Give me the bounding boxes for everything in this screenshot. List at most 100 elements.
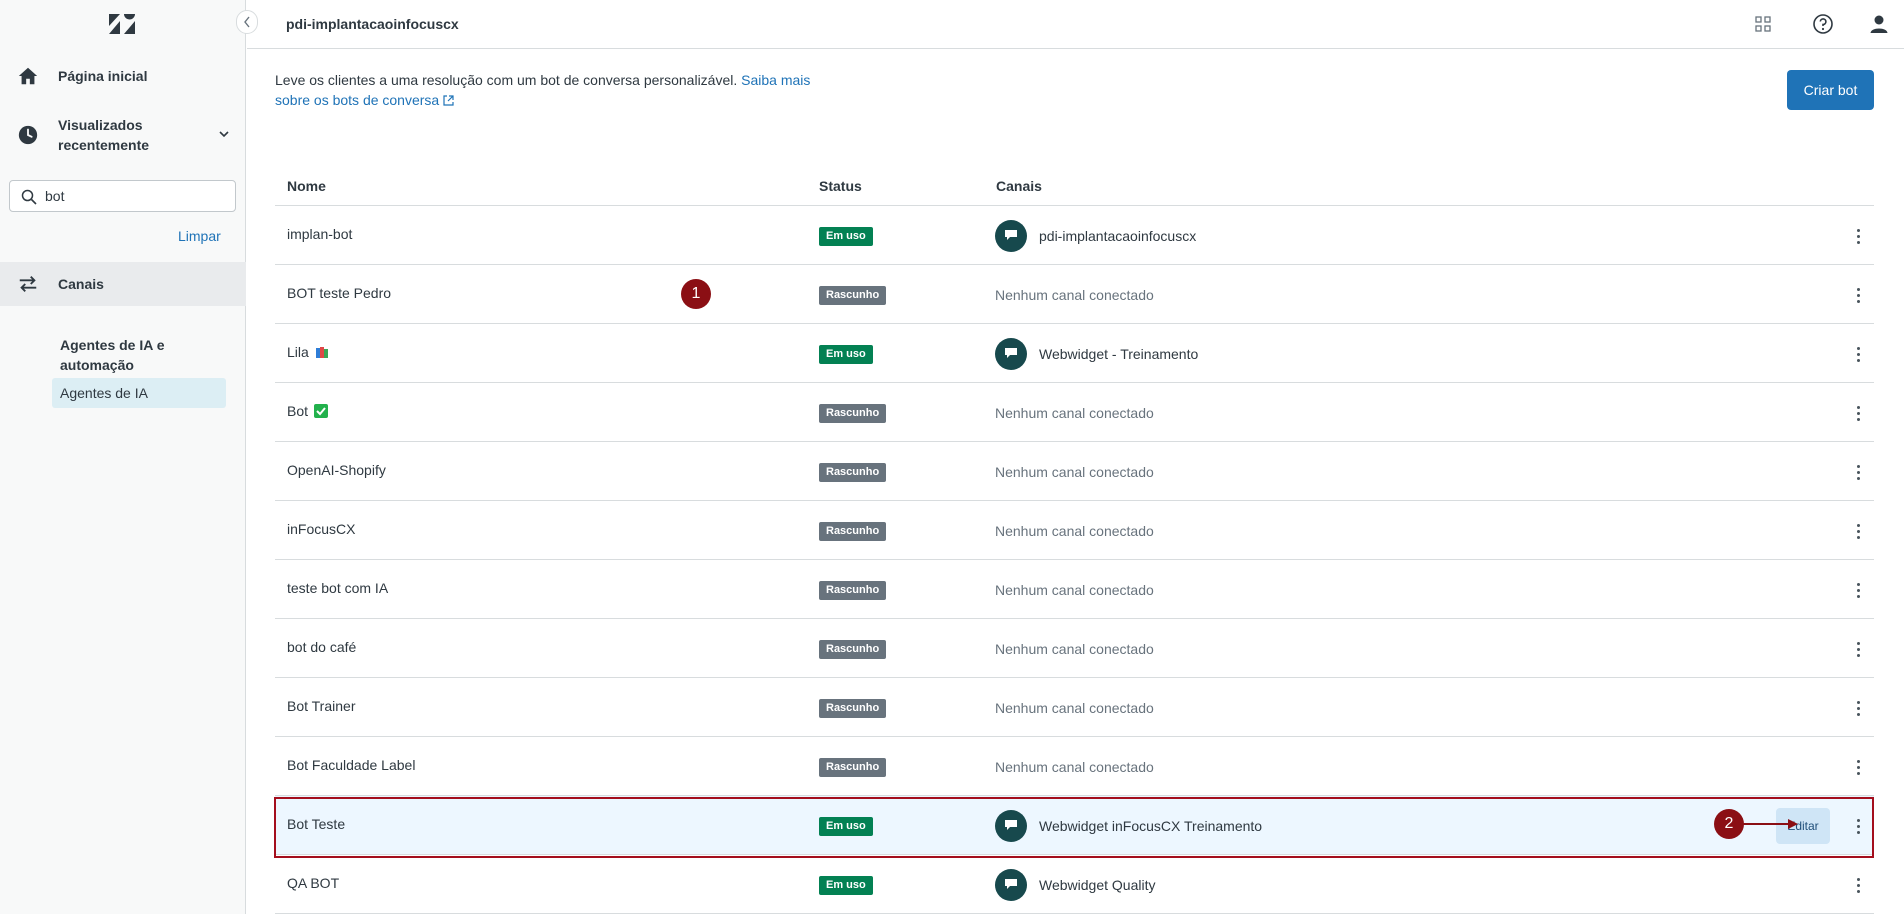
- more-options-icon[interactable]: [1848, 756, 1868, 778]
- more-options-icon[interactable]: [1848, 638, 1868, 660]
- table-row[interactable]: BOT teste Pedro Rascunho Nenhum canal cone…: [275, 265, 1874, 324]
- bot-name[interactable]: teste bot com IA: [287, 580, 388, 596]
- chat-channel-icon: [995, 338, 1027, 370]
- channel-name: Nenhum canal conectado: [995, 405, 1154, 421]
- nav-home[interactable]: Página inicial: [0, 62, 246, 90]
- table-row[interactable]: Lila Em uso Webwidget - Treinamento: [275, 324, 1874, 383]
- channel-name: Webwidget inFocusCX Treinamento: [1039, 818, 1263, 834]
- bot-name[interactable]: Lila: [287, 344, 329, 360]
- annotation-marker-2: 2: [1714, 809, 1744, 839]
- bot-name[interactable]: Bot Teste: [287, 816, 345, 832]
- nav-channels-label: Canais: [58, 276, 104, 292]
- help-icon[interactable]: [1812, 13, 1834, 35]
- channel-cell: Nenhum canal conectado: [995, 574, 1154, 606]
- channel-name: Nenhum canal conectado: [995, 523, 1154, 539]
- more-options-icon[interactable]: [1848, 815, 1868, 837]
- bot-name[interactable]: BOT teste Pedro: [287, 285, 391, 301]
- bot-name[interactable]: Bot Trainer: [287, 698, 355, 714]
- table-row[interactable]: Bot Rascunho Nenhum canal conectado: [275, 383, 1874, 442]
- chat-bubble-icon: [1005, 820, 1017, 830]
- channel-name: pdi-implantacaoinfocuscx: [1039, 228, 1197, 244]
- more-options-icon[interactable]: [1848, 461, 1868, 483]
- external-link-icon: [443, 95, 454, 106]
- search-input[interactable]: [45, 186, 225, 206]
- sidebar: Página inicial Visualizados recentemente …: [0, 0, 246, 914]
- channel-cell: Nenhum canal conectado: [995, 456, 1154, 488]
- bot-name[interactable]: implan-bot: [287, 226, 352, 242]
- more-options-icon[interactable]: [1848, 343, 1868, 365]
- nav-channels[interactable]: Canais: [0, 262, 246, 306]
- column-header-channels: Canais: [996, 178, 1042, 194]
- more-options-icon[interactable]: [1848, 402, 1868, 424]
- more-options-icon[interactable]: [1848, 225, 1868, 247]
- channel-name: Nenhum canal conectado: [995, 464, 1154, 480]
- bot-name[interactable]: bot do café: [287, 639, 356, 655]
- channel-cell: Webwidget - Treinamento: [995, 338, 1198, 370]
- table-row[interactable]: QA BOT Em uso Webwidget Quality: [275, 855, 1874, 914]
- chevron-left-icon: [244, 16, 250, 28]
- more-options-icon[interactable]: [1848, 284, 1868, 306]
- clear-search-link[interactable]: Limpar: [178, 228, 221, 244]
- channel-cell: Webwidget Quality: [995, 869, 1155, 901]
- status-badge: Rascunho: [819, 699, 887, 718]
- status-badge: Rascunho: [819, 404, 887, 423]
- bot-name[interactable]: QA BOT: [287, 875, 339, 891]
- chat-bubble-icon: [1005, 230, 1017, 240]
- channel-cell: Nenhum canal conectado: [995, 751, 1154, 783]
- top-bar: pdi-implantacaoinfocuscx: [247, 0, 1904, 49]
- more-options-icon[interactable]: [1848, 874, 1868, 896]
- nav-recently-viewed[interactable]: Visualizados recentemente: [0, 115, 246, 155]
- column-header-name: Nome: [287, 178, 326, 194]
- section-title: Agentes de IA e automação: [60, 337, 165, 373]
- collapse-sidebar-button[interactable]: [236, 10, 258, 34]
- channel-name: Nenhum canal conectado: [995, 700, 1154, 716]
- status-badge: Rascunho: [819, 758, 887, 777]
- apps-grid-icon[interactable]: [1752, 13, 1774, 35]
- channel-cell: Nenhum canal conectado: [995, 633, 1154, 665]
- table-row[interactable]: Bot Teste Em uso Webwidget inFocusCX Trein…: [275, 796, 1874, 855]
- status-badge: Em uso: [819, 817, 873, 836]
- annotation-marker-1: 1: [681, 279, 711, 309]
- chat-channel-icon: [995, 810, 1027, 842]
- bot-name[interactable]: inFocusCX: [287, 521, 355, 537]
- bots-table: Nome Status Canais implan-bot Em uso pdi-i…: [275, 166, 1874, 914]
- table-row[interactable]: inFocusCX Rascunho Nenhum canal conectado: [275, 501, 1874, 560]
- chat-bubble-icon: [1005, 348, 1017, 358]
- status-badge: Em uso: [819, 345, 873, 364]
- more-options-icon[interactable]: [1848, 697, 1868, 719]
- channel-cell: Nenhum canal conectado: [995, 397, 1154, 429]
- bot-name[interactable]: Bot: [287, 403, 329, 419]
- more-options-icon[interactable]: [1848, 520, 1868, 542]
- bot-name[interactable]: OpenAI-Shopify: [287, 462, 386, 478]
- books-emoji-icon: [315, 347, 328, 358]
- table-row[interactable]: Bot Faculdade Label Rascunho Nenhum canal …: [275, 737, 1874, 796]
- table-row[interactable]: teste bot com IA Rascunho Nenhum canal con…: [275, 560, 1874, 619]
- chat-channel-icon: [995, 220, 1027, 252]
- search-field[interactable]: [9, 180, 236, 212]
- bot-name[interactable]: Bot Faculdade Label: [287, 757, 415, 773]
- chat-bubble-icon: [1005, 879, 1017, 889]
- channel-cell: pdi-implantacaoinfocuscx: [995, 220, 1196, 252]
- table-row[interactable]: Bot Trainer Rascunho Nenhum canal conectad…: [275, 678, 1874, 737]
- zendesk-logo[interactable]: [106, 12, 138, 36]
- channel-cell: Nenhum canal conectado: [995, 279, 1154, 311]
- user-avatar-icon[interactable]: [1868, 13, 1890, 35]
- check-mark-icon: [314, 404, 329, 418]
- channel-name: Nenhum canal conectado: [995, 759, 1154, 775]
- status-badge: Rascunho: [819, 581, 887, 600]
- more-options-icon[interactable]: [1848, 579, 1868, 601]
- channel-cell: Nenhum canal conectado: [995, 515, 1154, 547]
- table-row[interactable]: implan-bot Em uso pdi-implantacaoinfocuscx: [275, 206, 1874, 265]
- chevron-down-icon[interactable]: [217, 127, 231, 141]
- status-badge: Rascunho: [819, 286, 887, 305]
- status-badge: Rascunho: [819, 463, 887, 482]
- channel-name: Nenhum canal conectado: [995, 582, 1154, 598]
- table-row[interactable]: bot do café Rascunho Nenhum canal conectad…: [275, 619, 1874, 678]
- nav-ai-agents[interactable]: Agentes de IA: [52, 378, 226, 408]
- create-bot-button[interactable]: Criar bot: [1787, 70, 1874, 110]
- status-badge: Rascunho: [819, 640, 887, 659]
- channel-name: Webwidget - Treinamento: [1039, 346, 1199, 362]
- table-row[interactable]: OpenAI-Shopify Rascunho Nenhum canal conec…: [275, 442, 1874, 501]
- status-badge: Em uso: [819, 876, 873, 895]
- status-badge: Em uso: [819, 227, 873, 246]
